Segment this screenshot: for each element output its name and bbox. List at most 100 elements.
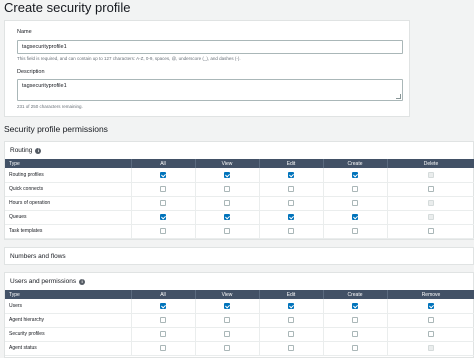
permission-checkbox[interactable] xyxy=(428,302,434,309)
permission-cell xyxy=(195,327,260,342)
table-row: Task templates xyxy=(5,224,474,239)
description-value: tagsecurityprofile1 xyxy=(22,83,67,89)
permission-cell xyxy=(195,196,260,211)
permission-cell xyxy=(131,196,196,211)
permission-cell xyxy=(323,299,388,314)
permission-cell xyxy=(323,341,388,356)
page-title: Create security profile xyxy=(4,0,131,15)
numbers-header[interactable]: Numbers and flows xyxy=(5,248,473,265)
permission-checkbox[interactable] xyxy=(288,171,294,178)
permission-checkbox[interactable] xyxy=(224,316,230,323)
column-header: All xyxy=(131,159,196,168)
permission-checkbox[interactable] xyxy=(224,330,230,337)
permission-cell xyxy=(387,196,474,211)
permission-checkbox[interactable] xyxy=(352,227,358,234)
permission-cell xyxy=(387,210,474,225)
permission-checkbox[interactable] xyxy=(352,199,358,206)
permission-checkbox[interactable] xyxy=(160,199,166,206)
permission-cell xyxy=(387,299,474,314)
permission-checkbox[interactable] xyxy=(224,302,230,309)
permission-checkbox[interactable] xyxy=(288,316,294,323)
permission-cell xyxy=(323,224,388,239)
permission-cell xyxy=(259,168,324,183)
users-table: Type All View Edit Create Remove Users Agent h… xyxy=(5,290,474,356)
permission-cell xyxy=(131,313,196,328)
info-icon[interactable]: i xyxy=(79,278,86,285)
name-label: Name xyxy=(17,29,32,35)
permission-checkbox[interactable] xyxy=(428,185,434,192)
permission-cell xyxy=(323,168,388,183)
permission-checkbox[interactable] xyxy=(160,316,166,323)
row-label: Hours of operation xyxy=(5,196,132,211)
permission-checkbox[interactable] xyxy=(224,171,230,178)
table-row: Routing profiles xyxy=(5,168,474,183)
permission-checkbox xyxy=(428,344,434,351)
routing-table-header: Type All View Edit Create Delete xyxy=(5,159,474,168)
permission-cell xyxy=(195,210,260,225)
permission-checkbox[interactable] xyxy=(352,344,358,351)
permission-cell xyxy=(131,341,196,356)
permission-checkbox[interactable] xyxy=(352,171,358,178)
permission-checkbox[interactable] xyxy=(352,213,358,220)
row-label: Quick connects xyxy=(5,182,132,197)
permission-cell xyxy=(323,327,388,342)
permission-checkbox xyxy=(428,171,434,178)
name-hint: This field is required, and can contain … xyxy=(17,56,241,61)
description-textarea[interactable]: tagsecurityprofile1 xyxy=(17,79,403,101)
column-header: View xyxy=(195,159,260,168)
profile-form-card: Name tagsecurityprofile1 This field is r… xyxy=(4,20,410,117)
permission-cell xyxy=(131,299,196,314)
permission-checkbox[interactable] xyxy=(160,213,166,220)
table-row: Security profiles xyxy=(5,327,474,342)
permission-checkbox[interactable] xyxy=(428,227,434,234)
users-title: Users and permissions xyxy=(10,278,77,285)
routing-header[interactable]: Routing i xyxy=(5,142,473,159)
permission-checkbox[interactable] xyxy=(352,185,358,192)
users-header[interactable]: Users and permissions i xyxy=(5,273,473,290)
row-label: Agent hierarchy xyxy=(5,313,132,328)
permission-cell xyxy=(387,327,474,342)
permission-checkbox[interactable] xyxy=(224,227,230,234)
permission-checkbox[interactable] xyxy=(224,344,230,351)
permission-cell xyxy=(259,327,324,342)
users-section: Users and permissions i Type All View Edit C… xyxy=(4,272,474,358)
table-row: Quick connects xyxy=(5,182,474,197)
description-label: Description xyxy=(17,69,45,75)
permission-cell xyxy=(195,224,260,239)
permission-cell xyxy=(195,168,260,183)
permission-checkbox[interactable] xyxy=(160,344,166,351)
permission-checkbox[interactable] xyxy=(428,330,434,337)
permission-checkbox[interactable] xyxy=(160,171,166,178)
permission-cell xyxy=(195,313,260,328)
permission-checkbox[interactable] xyxy=(224,199,230,206)
permission-checkbox[interactable] xyxy=(288,185,294,192)
permission-checkbox[interactable] xyxy=(160,302,166,309)
permission-checkbox[interactable] xyxy=(352,302,358,309)
routing-table: Type All View Edit Create Delete Routing prof… xyxy=(5,159,474,239)
permission-checkbox[interactable] xyxy=(288,344,294,351)
permission-checkbox[interactable] xyxy=(224,185,230,192)
permission-checkbox[interactable] xyxy=(288,330,294,337)
permission-cell xyxy=(259,210,324,225)
permission-checkbox[interactable] xyxy=(224,213,230,220)
permission-checkbox[interactable] xyxy=(352,316,358,323)
name-input[interactable]: tagsecurityprofile1 xyxy=(17,40,403,54)
permission-checkbox[interactable] xyxy=(288,302,294,309)
permission-checkbox[interactable] xyxy=(288,227,294,234)
permission-cell xyxy=(387,341,474,356)
routing-section: Routing i Type All View Edit Create Delete Ro… xyxy=(4,141,474,240)
column-header: Edit xyxy=(259,159,324,168)
permission-checkbox[interactable] xyxy=(288,199,294,206)
permission-checkbox[interactable] xyxy=(428,316,434,323)
permission-checkbox[interactable] xyxy=(352,330,358,337)
permission-checkbox[interactable] xyxy=(160,185,166,192)
permission-cell xyxy=(259,224,324,239)
permission-checkbox[interactable] xyxy=(288,213,294,220)
permission-checkbox[interactable] xyxy=(160,330,166,337)
permission-cell xyxy=(259,182,324,197)
resize-handle-icon[interactable] xyxy=(396,94,401,99)
permission-cell xyxy=(195,299,260,314)
info-icon[interactable]: i xyxy=(35,147,42,154)
permission-checkbox[interactable] xyxy=(160,227,166,234)
permission-cell xyxy=(387,313,474,328)
